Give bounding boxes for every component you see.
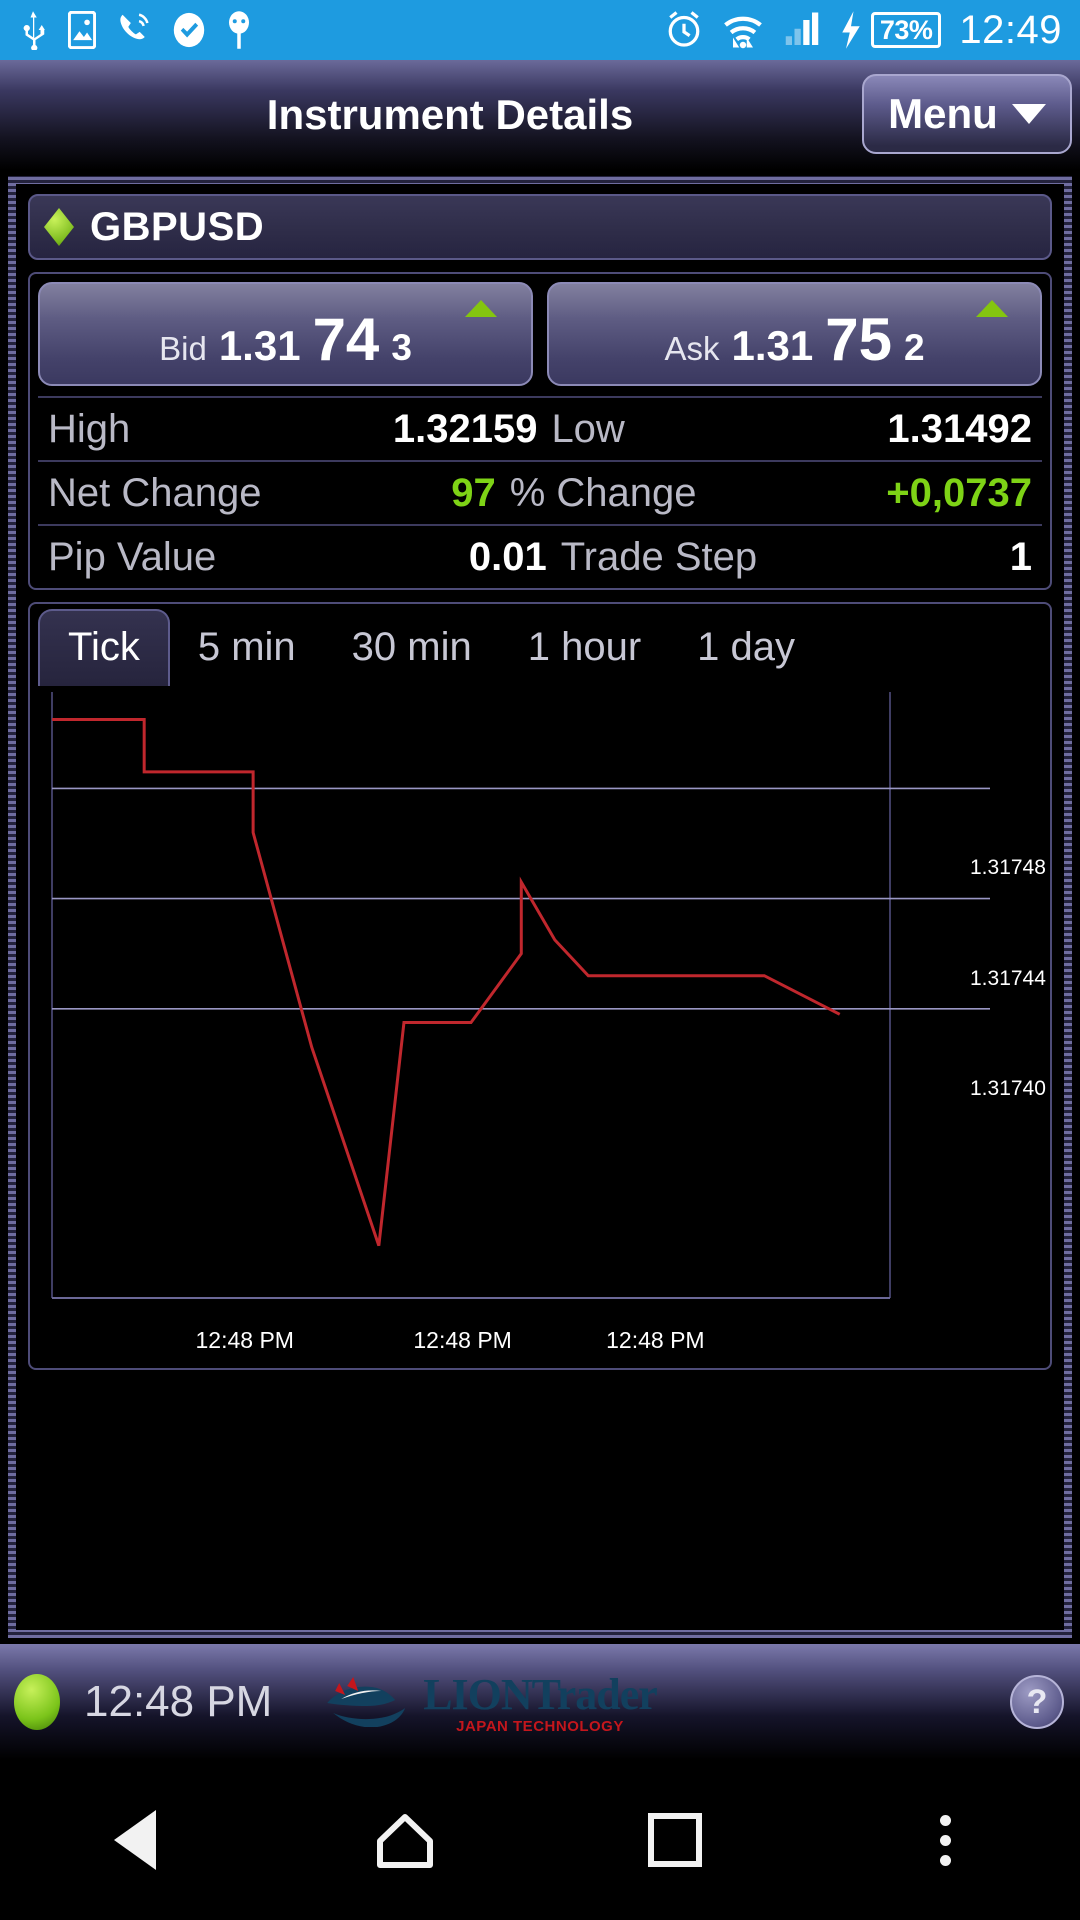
status-bar-left-icons — [0, 10, 252, 50]
bid-big-digits: 74 — [312, 306, 380, 373]
diamond-icon — [44, 208, 74, 246]
stat-label: Pip Value — [48, 534, 217, 579]
app-footer: 12:48 PM LIONTrader JAPAN TECHNOLOGY ? — [0, 1644, 1080, 1760]
stat-label: Net Change — [48, 470, 262, 515]
tab-30min[interactable]: 30 min — [324, 611, 500, 686]
bid-price-button[interactable]: Bid 1.31 74 3 — [38, 282, 533, 386]
wifi-icon — [723, 16, 762, 49]
tick-chart[interactable]: 1.31748 1.31744 1.31740 12:48 PM 12:48 P… — [30, 686, 1050, 1368]
tab-5min[interactable]: 5 min — [170, 611, 324, 686]
menu-button[interactable]: Menu — [862, 74, 1072, 154]
ask-big-digits: 75 — [825, 306, 892, 373]
help-button[interactable]: ? — [1010, 1675, 1064, 1729]
stat-label: High — [48, 406, 131, 451]
y-axis-label: 1.31748 — [970, 856, 1046, 880]
stat-value: 97 — [451, 470, 496, 515]
nav-recents-button[interactable] — [540, 1813, 810, 1867]
battery-percent: 73% — [870, 11, 942, 49]
quote-panel: Bid 1.31 74 3 Ask 1.31 75 2 High 1.32159… — [28, 272, 1052, 590]
x-axis-label: 12:48 PM — [413, 1327, 512, 1353]
chart-svg — [51, 692, 990, 1299]
tab-1hour[interactable]: 1 hour — [500, 611, 669, 686]
lion-trader-logo: LIONTrader JAPAN TECHNOLOGY — [327, 1669, 658, 1735]
footer-time: 12:48 PM — [84, 1677, 273, 1726]
stat-label: Low — [551, 406, 625, 451]
y-axis-label: 1.31744 — [970, 966, 1046, 990]
lion-mascot-icon — [327, 1677, 406, 1727]
instrument-details-panel: GBPUSD Bid 1.31 74 3 Ask 1.31 75 2 High … — [8, 176, 1072, 1638]
ask-lead-digits: 1.31 — [731, 322, 814, 369]
x-axis-label: 12:48 PM — [606, 1327, 705, 1353]
nav-overflow-button[interactable] — [810, 1814, 1080, 1866]
stat-label: Trade Step — [560, 534, 758, 579]
stat-value: 0.01 — [468, 534, 547, 579]
table-row: Pip Value 0.01 Trade Step 1 — [38, 524, 1042, 588]
charging-bolt-icon — [842, 11, 860, 49]
connection-status-led-icon — [14, 1674, 60, 1730]
logo-tagline: JAPAN TECHNOLOGY — [456, 1718, 624, 1735]
usb-icon — [23, 11, 45, 50]
ask-last-digit: 2 — [903, 327, 925, 368]
bid-ask-row: Bid 1.31 74 3 Ask 1.31 75 2 — [38, 282, 1042, 386]
bid-last-digit: 3 — [391, 327, 412, 368]
alarm-icon — [668, 11, 700, 47]
ask-price-button[interactable]: Ask 1.31 75 2 — [547, 282, 1042, 386]
app-title-bar: Instrument Details Menu — [0, 60, 1080, 170]
logo-text-lion: LION — [423, 1670, 532, 1719]
quote-stats-rows: High 1.32159 Low 1.31492 Net Change 97 %… — [38, 396, 1042, 588]
signal-icon — [785, 12, 819, 45]
chevron-down-icon — [1011, 104, 1046, 124]
home-icon — [377, 1814, 433, 1868]
logo-text: LIONTrader — [423, 1669, 658, 1720]
x-axis-label: 12:48 PM — [195, 1327, 294, 1353]
overflow-menu-icon — [939, 1814, 951, 1866]
check-circle-icon — [173, 12, 205, 48]
menu-button-label: Menu — [888, 90, 998, 137]
battery-indicator: 73% — [839, 10, 942, 50]
stat-value: 1.32159 — [392, 406, 538, 451]
stat-value: 1.31492 — [887, 406, 1032, 451]
call-icon — [120, 13, 149, 40]
stat-value: 1 — [1009, 534, 1032, 579]
bid-label: Bid — [159, 330, 207, 367]
ask-up-arrow-icon — [976, 300, 1008, 317]
stat-value: +0,0737 — [886, 470, 1032, 515]
bid-up-arrow-icon — [465, 300, 497, 317]
bid-lead-digits: 1.31 — [218, 322, 301, 369]
tab-tick[interactable]: Tick — [38, 609, 170, 686]
chart-timeframe-tabs: Tick 5 min 30 min 1 hour 1 day — [30, 604, 1050, 686]
chart-card: Tick 5 min 30 min 1 hour 1 day 1.31748 1… — [28, 602, 1052, 1370]
symbol-name: GBPUSD — [90, 204, 265, 249]
image-icon — [68, 11, 96, 49]
android-icon — [229, 11, 249, 49]
table-row: High 1.32159 Low 1.31492 — [38, 396, 1042, 460]
nav-back-button[interactable] — [0, 1810, 270, 1870]
table-row: Net Change 97 % Change +0,0737 — [38, 460, 1042, 524]
y-axis-label: 1.31740 — [970, 1076, 1046, 1100]
android-nav-bar — [0, 1760, 1080, 1920]
logo-text-trader: Trader — [531, 1670, 658, 1719]
stat-label: % Change — [509, 470, 697, 515]
back-icon — [114, 1810, 156, 1870]
symbol-header[interactable]: GBPUSD — [28, 194, 1052, 260]
status-bar-clock: 12:49 — [959, 7, 1062, 52]
ask-label: Ask — [664, 330, 720, 367]
tab-1day[interactable]: 1 day — [669, 611, 823, 686]
nav-home-button[interactable] — [270, 1811, 540, 1869]
android-status-bar: 73% 12:49 — [0, 0, 1080, 60]
status-bar-right-icons: 73% 12:49 — [665, 8, 1080, 53]
recents-icon — [648, 1813, 702, 1867]
